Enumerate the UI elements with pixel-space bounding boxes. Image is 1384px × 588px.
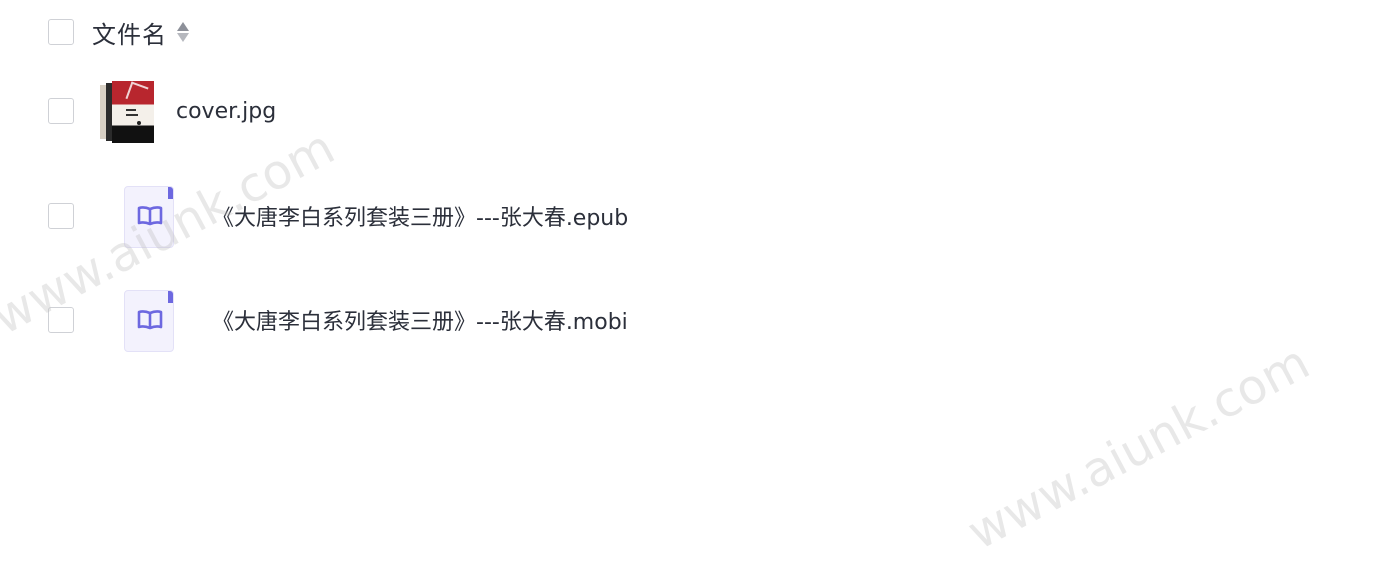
ebook-icon [94,288,176,352]
file-row-checkbox[interactable] [48,98,74,124]
file-row-checkbox[interactable] [48,203,74,229]
ebook-icon [94,184,176,248]
file-row-checkbox[interactable] [48,307,74,333]
sort-toggle-icon[interactable] [177,21,189,43]
filename-column-header[interactable]: 文件名 [92,15,167,50]
image-thumbnail [94,79,154,143]
file-list-page: 文件名 cover.jpg 《大唐李白系列套装三册》---张大春.epub 《大… [0,0,1384,588]
file-list-header: 文件名 [48,15,189,50]
file-name[interactable]: cover.jpg [176,99,276,124]
select-all-checkbox[interactable] [48,19,74,45]
file-row-epub[interactable]: 《大唐李白系列套装三册》---张大春.epub [48,183,628,249]
watermark-text: www.aiunk.com [958,334,1319,561]
file-name[interactable]: 《大唐李白系列套装三册》---张大春.mobi [212,304,628,336]
file-name[interactable]: 《大唐李白系列套装三册》---张大春.epub [212,200,628,232]
file-row-mobi[interactable]: 《大唐李白系列套装三册》---张大春.mobi [48,287,628,353]
file-row-cover-jpg[interactable]: cover.jpg [48,78,276,144]
